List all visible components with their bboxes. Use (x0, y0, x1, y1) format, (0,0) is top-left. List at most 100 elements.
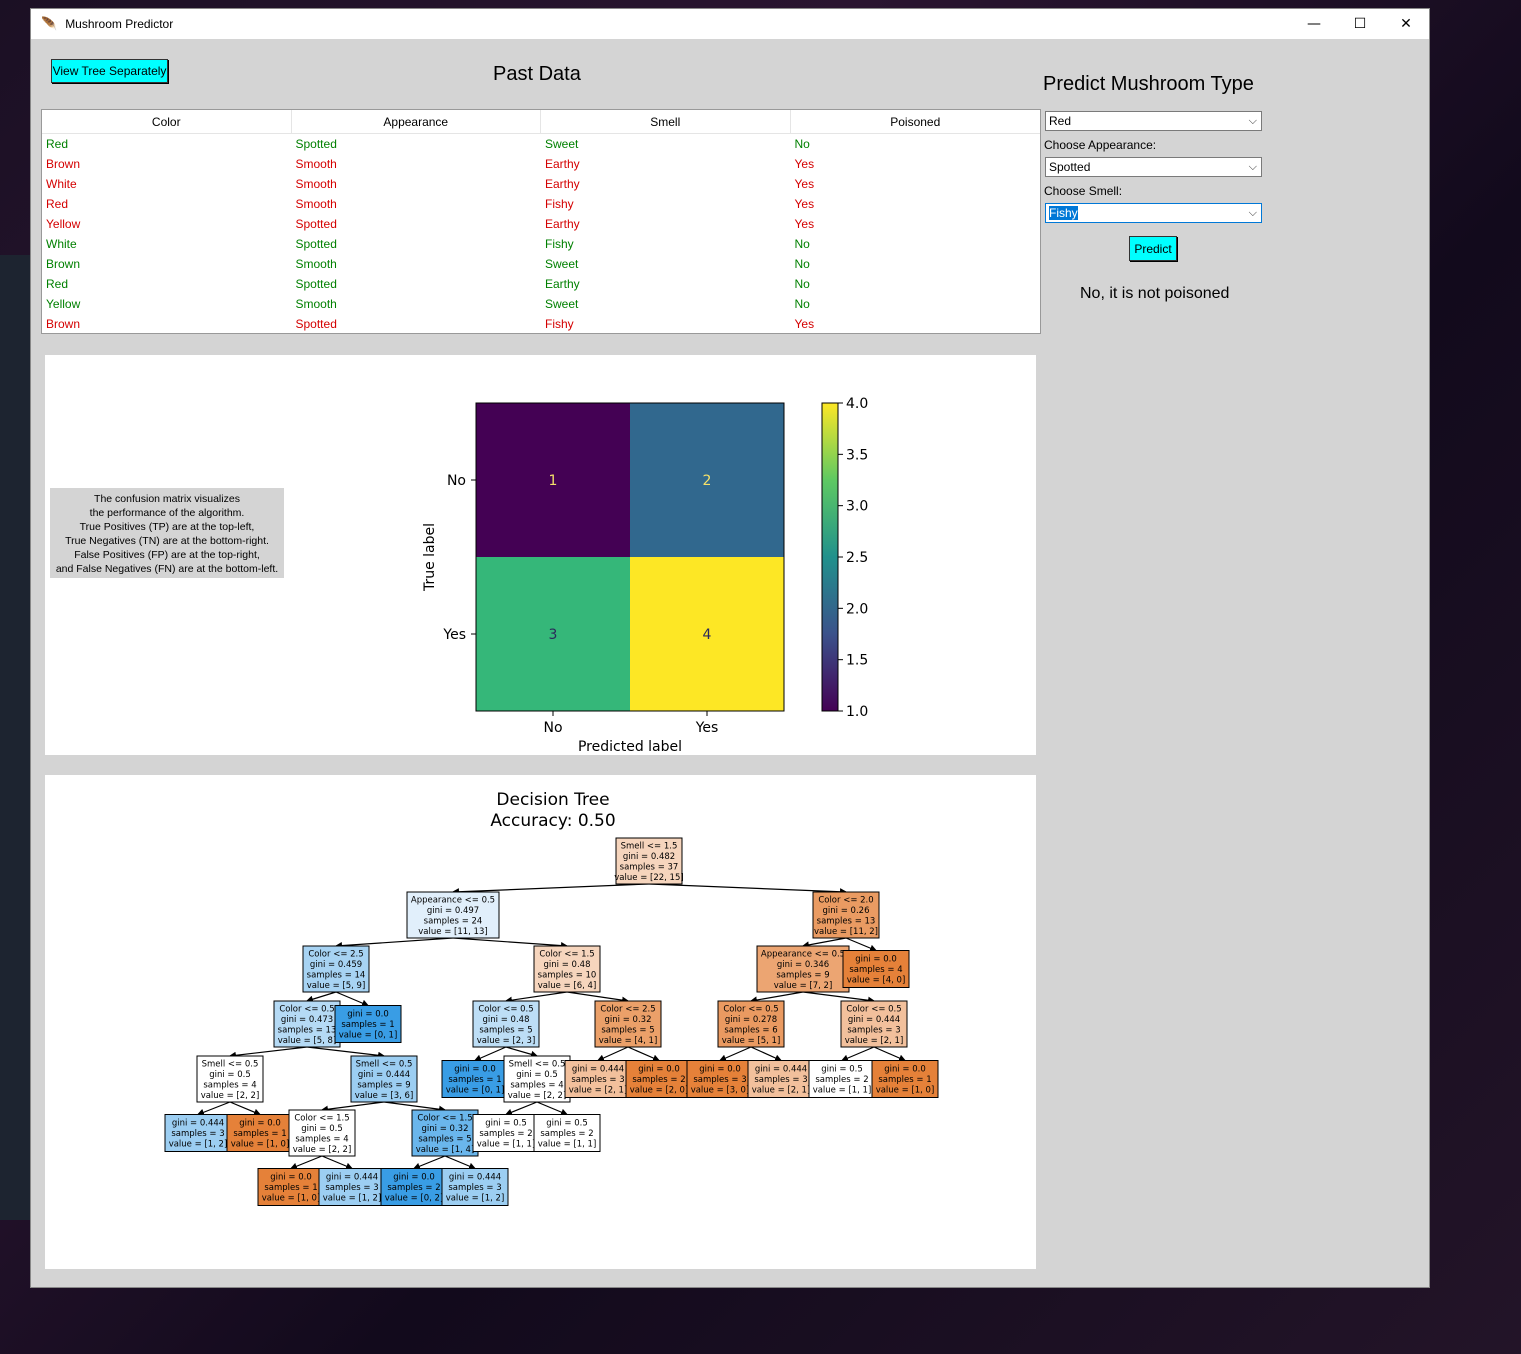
tree-node-label: gini = 0.444 (572, 1065, 624, 1075)
tree-node-label: gini = 0.5 (301, 1124, 343, 1134)
tree-node: Color <= 0.5gini = 0.48samples = 5value … (472, 1000, 540, 1048)
tree-node-label: gini = 0.0 (239, 1119, 281, 1129)
smell-select[interactable]: Fishy ⌵ (1045, 203, 1262, 223)
tree-node-label: value = [1, 2] (446, 1194, 505, 1204)
table-row[interactable]: Red Spotted Earthy No (42, 274, 1040, 294)
x-tick-label: Yes (695, 720, 719, 736)
table-row[interactable]: Brown Spotted Fishy Yes (42, 314, 1040, 334)
tree-node-label: samples = 13 (817, 916, 876, 926)
view-tree-button[interactable]: View Tree Separately (51, 59, 168, 83)
colorbar-tick-label: 2.5 (846, 550, 868, 566)
predict-button[interactable]: Predict (1129, 236, 1177, 261)
tree-node: gini = 0.444samples = 3value = [1, 2] (318, 1168, 386, 1206)
column-header[interactable]: Poisoned (791, 110, 1041, 133)
tree-node-label: value = [2, 1] (845, 1036, 904, 1046)
tree-node: Smell <= 0.5gini = 0.444samples = 9value… (350, 1055, 418, 1103)
background-editor-window (0, 255, 32, 1220)
tree-edge (320, 1101, 385, 1113)
tree-edge (335, 991, 370, 1007)
table-cell-smell: Sweet (545, 257, 579, 271)
table-row[interactable]: Yellow Spotted Earthy Yes (42, 214, 1040, 234)
tree-node-label: gini = 0.32 (422, 1124, 469, 1134)
colorbar (821, 402, 839, 712)
tree-node-label: gini = 0.473 (281, 1015, 333, 1025)
color-select[interactable]: Red ⌵ (1045, 111, 1262, 131)
tree-edge (648, 883, 848, 896)
column-header[interactable]: Smell (541, 110, 791, 133)
table-row[interactable]: White Spotted Fishy No (42, 234, 1040, 254)
tree-edge (749, 991, 804, 1004)
tree-node-label: gini = 0.26 (823, 906, 870, 916)
table-row[interactable]: Brown Smooth Earthy Yes (42, 154, 1040, 174)
column-header[interactable]: Appearance (292, 110, 541, 133)
table-cell-appearance: Spotted (295, 137, 337, 151)
minimize-icon[interactable]: — (1291, 9, 1337, 39)
tree-node: gini = 0.0samples = 3value = [3, 0] (686, 1060, 754, 1098)
tree-edge (504, 991, 568, 1004)
tree-node-label: Appearance <= 0.5 (761, 949, 845, 959)
tree-edge (451, 883, 650, 896)
tree-node-label: value = [0, 2] (385, 1194, 444, 1204)
tree-node-label: samples = 9 (776, 970, 829, 980)
tree-node-label: samples = 4 (203, 1080, 256, 1090)
tree-node-label: gini = 0.459 (310, 960, 362, 970)
tree-node-label: samples = 37 (620, 862, 679, 872)
tree-edge (845, 937, 878, 952)
table-row[interactable]: White Smooth Earthy Yes (42, 174, 1040, 194)
table-cell-smell: Fishy (545, 317, 574, 331)
table-cell-color: White (46, 237, 77, 251)
appearance-select-value: Spotted (1049, 160, 1091, 174)
maximize-icon[interactable]: ☐ (1337, 9, 1383, 39)
table-cell-color: Red (46, 137, 69, 151)
tree-node: Color <= 2.5gini = 0.32samples = 5value … (594, 1000, 662, 1048)
past-data-title: Past Data (493, 63, 581, 85)
tree-node-label: samples = 1 (341, 1020, 394, 1030)
tree-node: gini = 0.5samples = 2value = [1, 1] (533, 1114, 601, 1152)
tree-node-label: value = [4, 1] (599, 1036, 658, 1046)
table-row[interactable]: Yellow Smooth Sweet No (42, 294, 1040, 314)
colorbar-tick-label: 3.5 (846, 447, 868, 463)
table-row[interactable]: Brown Smooth Sweet No (42, 254, 1040, 274)
tree-node-label: gini = 0.0 (884, 1065, 926, 1075)
table-row[interactable]: Red Smooth Fishy Yes (42, 194, 1040, 214)
tree-node-label: value = [2, 1] (569, 1086, 628, 1096)
tree-node-label: samples = 1 (264, 1183, 317, 1193)
close-icon[interactable]: ✕ (1383, 9, 1429, 39)
tree-node-label: value = [1, 1] (477, 1140, 536, 1150)
tree-node: gini = 0.444samples = 3value = [1, 2] (164, 1114, 232, 1152)
tree-node-label: value = [2, 2] (201, 1091, 260, 1101)
tree-node-label: gini = 0.444 (848, 1015, 900, 1025)
appearance-select[interactable]: Spotted ⌵ (1045, 157, 1262, 177)
table-row[interactable]: Red Spotted Sweet No (42, 134, 1040, 154)
table-body: Red Spotted Sweet No Brown Smooth Earthy Yes Whi… (42, 134, 1040, 334)
tree-node-label: value = [3, 6] (355, 1091, 414, 1101)
tree-node: gini = 0.0samples = 2value = [2, 0] (625, 1060, 693, 1098)
table-cell-color: Brown (46, 257, 81, 271)
tree-node-label: samples = 3 (754, 1075, 807, 1085)
tree-node-label: gini = 0.444 (755, 1065, 807, 1075)
tree-node: Color <= 0.5gini = 0.473samples = 13valu… (273, 1000, 341, 1048)
tree-edge (718, 1046, 752, 1062)
tree-edge (229, 1101, 262, 1116)
colorbar-tick-label: 3.0 (846, 499, 868, 515)
tree-node-label: value = [22, 15] (614, 873, 683, 883)
table-cell-smell: Fishy (545, 237, 574, 251)
tree-node: Appearance <= 0.5gini = 0.497samples = 2… (406, 891, 500, 939)
table-cell-color: Brown (46, 157, 81, 171)
table-cell-appearance: Smooth (295, 297, 337, 311)
tree-node-label: samples = 10 (538, 970, 597, 980)
tree-node-label: Color <= 2.5 (308, 949, 363, 959)
smell-select-value: Fishy (1049, 206, 1078, 220)
column-header[interactable]: Color (42, 110, 292, 133)
tree-node-label: gini = 0.5 (516, 1070, 558, 1080)
colorbar-tick-label: 1.0 (846, 704, 868, 720)
tree-node-label: gini = 0.0 (855, 955, 897, 965)
tree-node: gini = 0.0samples = 1value = [0, 1] (441, 1060, 509, 1098)
table-cell-poisoned: Yes (794, 217, 815, 231)
tree-node: gini = 0.5samples = 2value = [1, 1] (808, 1060, 876, 1098)
decision-tree-chart: Decision Tree Accuracy: 0.50 Smell <= 1.… (164, 790, 939, 1206)
tree-edge (383, 1101, 447, 1113)
tree-node-label: samples = 3 (171, 1129, 224, 1139)
tree-node-label: samples = 2 (387, 1183, 440, 1193)
tree-node-label: gini = 0.0 (347, 1010, 389, 1020)
